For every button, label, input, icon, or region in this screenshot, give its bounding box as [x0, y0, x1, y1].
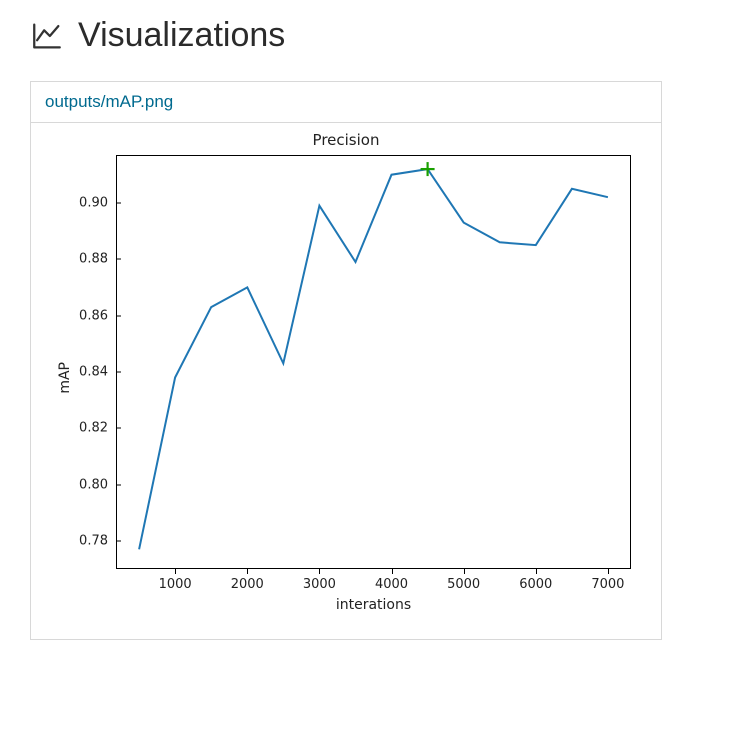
- best-point-marker: [421, 162, 435, 176]
- card-header: outputs/mAP.png: [31, 82, 661, 123]
- chart-area: 0.780.800.820.840.860.880.90100020003000…: [41, 153, 651, 621]
- visualization-card: outputs/mAP.png Precision 0.780.800.820.…: [30, 81, 662, 640]
- data-line: [139, 169, 608, 549]
- section-title: Visualizations: [78, 16, 285, 55]
- output-file-link[interactable]: outputs/mAP.png: [45, 92, 173, 111]
- card-body: Precision 0.780.800.820.840.860.880.9010…: [31, 123, 661, 639]
- line-chart-icon: [30, 19, 64, 53]
- chart-svg: [41, 153, 651, 621]
- chart-title: Precision: [41, 131, 651, 149]
- section-header: Visualizations: [30, 16, 707, 55]
